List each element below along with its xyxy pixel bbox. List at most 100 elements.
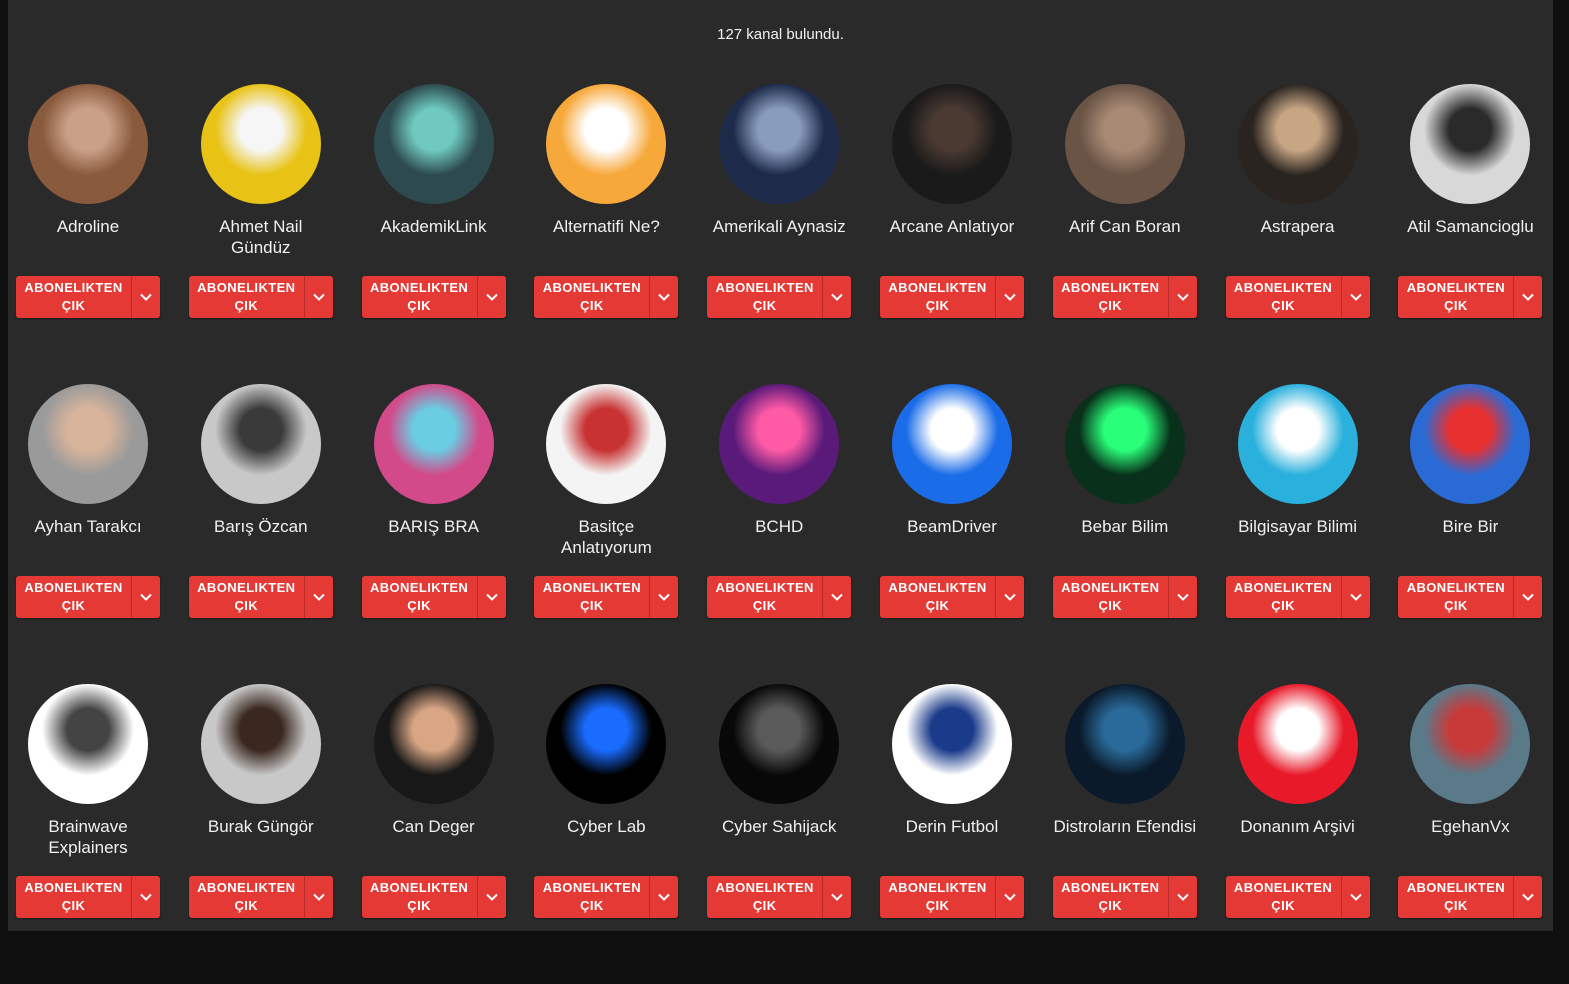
- unsubscribe-button[interactable]: ABONELIKTEN ÇIK: [534, 276, 651, 318]
- channel-avatar[interactable]: [1237, 684, 1358, 804]
- channel-name[interactable]: Cyber Sahijack: [707, 816, 851, 837]
- channel-name[interactable]: EgehanVx: [1398, 816, 1542, 837]
- channel-name[interactable]: Amerikali Aynasiz: [707, 216, 851, 237]
- channel-avatar[interactable]: [373, 84, 494, 204]
- unsubscribe-button[interactable]: ABONELIKTEN ÇIK: [1052, 576, 1169, 618]
- unsubscribe-menu-button[interactable]: [1341, 276, 1370, 318]
- channel-name[interactable]: Bebar Bilim: [1053, 516, 1197, 537]
- unsubscribe-button[interactable]: ABONELIKTEN ÇIK: [707, 876, 824, 918]
- channel-avatar[interactable]: [200, 384, 321, 504]
- unsubscribe-button[interactable]: ABONELIKTEN ÇIK: [707, 276, 824, 318]
- channel-name[interactable]: Basitçe Anlatıyorum: [534, 516, 678, 558]
- unsubscribe-button[interactable]: ABONELIKTEN ÇIK: [16, 576, 132, 618]
- channel-avatar[interactable]: [891, 684, 1012, 804]
- channel-avatar[interactable]: [891, 384, 1012, 504]
- channel-name[interactable]: Adroline: [16, 216, 160, 237]
- unsubscribe-menu-button[interactable]: [823, 876, 852, 918]
- channel-avatar[interactable]: [1237, 384, 1358, 504]
- unsubscribe-button[interactable]: ABONELIKTEN ÇIK: [1398, 276, 1515, 318]
- channel-avatar[interactable]: [719, 384, 840, 504]
- channel-avatar[interactable]: [719, 84, 840, 204]
- channel-avatar[interactable]: [1410, 684, 1531, 804]
- channel-name[interactable]: Arif Can Boran: [1053, 216, 1197, 237]
- channel-avatar[interactable]: [200, 84, 321, 204]
- channel-avatar[interactable]: [546, 684, 667, 804]
- unsubscribe-menu-button[interactable]: [650, 876, 679, 918]
- channel-avatar[interactable]: [546, 384, 667, 504]
- channel-avatar[interactable]: [546, 84, 667, 204]
- unsubscribe-button[interactable]: ABONELIKTEN ÇIK: [188, 876, 305, 918]
- unsubscribe-menu-button[interactable]: [1514, 876, 1543, 918]
- unsubscribe-button[interactable]: ABONELIKTEN ÇIK: [1225, 576, 1342, 618]
- channel-name[interactable]: Distroların Efendisi: [1053, 816, 1197, 837]
- unsubscribe-menu-button[interactable]: [1341, 576, 1370, 618]
- unsubscribe-menu-button[interactable]: [304, 576, 333, 618]
- channel-avatar[interactable]: [28, 84, 148, 204]
- channel-avatar[interactable]: [28, 384, 148, 504]
- channel-avatar[interactable]: [1064, 384, 1185, 504]
- channel-name[interactable]: Cyber Lab: [534, 816, 678, 837]
- channel-name[interactable]: Burak Güngör: [189, 816, 333, 837]
- channel-name[interactable]: Can Deger: [362, 816, 506, 837]
- channel-avatar[interactable]: [719, 684, 840, 804]
- unsubscribe-button[interactable]: ABONELIKTEN ÇIK: [879, 576, 996, 618]
- channel-avatar[interactable]: [1064, 84, 1185, 204]
- unsubscribe-button[interactable]: ABONELIKTEN ÇIK: [1052, 276, 1169, 318]
- channel-name[interactable]: BeamDriver: [880, 516, 1024, 537]
- channel-avatar[interactable]: [891, 84, 1012, 204]
- unsubscribe-menu-button[interactable]: [823, 276, 852, 318]
- unsubscribe-menu-button[interactable]: [650, 276, 679, 318]
- unsubscribe-menu-button[interactable]: [1514, 276, 1543, 318]
- unsubscribe-button[interactable]: ABONELIKTEN ÇIK: [879, 276, 996, 318]
- channel-name[interactable]: Bilgisayar Bilimi: [1226, 516, 1370, 537]
- unsubscribe-menu-button[interactable]: [1168, 876, 1197, 918]
- unsubscribe-button[interactable]: ABONELIKTEN ÇIK: [1225, 876, 1342, 918]
- channel-name[interactable]: Derin Futbol: [880, 816, 1024, 837]
- channel-avatar[interactable]: [1410, 384, 1531, 504]
- channel-name[interactable]: Barış Özcan: [189, 516, 333, 537]
- unsubscribe-menu-button[interactable]: [477, 876, 506, 918]
- channel-name[interactable]: Arcane Anlatıyor: [880, 216, 1024, 237]
- channel-name[interactable]: AkademikLink: [362, 216, 506, 237]
- unsubscribe-menu-button[interactable]: [1168, 576, 1197, 618]
- unsubscribe-button[interactable]: ABONELIKTEN ÇIK: [188, 576, 305, 618]
- unsubscribe-menu-button[interactable]: [132, 876, 160, 918]
- channel-name[interactable]: Bire Bir: [1398, 516, 1542, 537]
- unsubscribe-button[interactable]: ABONELIKTEN ÇIK: [188, 276, 305, 318]
- unsubscribe-button[interactable]: ABONELIKTEN ÇIK: [361, 276, 478, 318]
- unsubscribe-button[interactable]: ABONELIKTEN ÇIK: [16, 876, 132, 918]
- unsubscribe-menu-button[interactable]: [1168, 276, 1197, 318]
- scrollbar[interactable]: [1553, 0, 1569, 931]
- channel-avatar[interactable]: [28, 684, 148, 804]
- channel-name[interactable]: Alternatifi Ne?: [534, 216, 678, 237]
- unsubscribe-menu-button[interactable]: [132, 576, 160, 618]
- channel-avatar[interactable]: [1410, 84, 1531, 204]
- channel-name[interactable]: Donanım Arşivi: [1226, 816, 1370, 837]
- unsubscribe-button[interactable]: ABONELIKTEN ÇIK: [16, 276, 132, 318]
- channel-name[interactable]: BCHD: [707, 516, 851, 537]
- unsubscribe-menu-button[interactable]: [823, 576, 852, 618]
- unsubscribe-button[interactable]: ABONELIKTEN ÇIK: [879, 876, 996, 918]
- unsubscribe-button[interactable]: ABONELIKTEN ÇIK: [1225, 276, 1342, 318]
- unsubscribe-button[interactable]: ABONELIKTEN ÇIK: [1398, 876, 1515, 918]
- unsubscribe-button[interactable]: ABONELIKTEN ÇIK: [1052, 876, 1169, 918]
- unsubscribe-button[interactable]: ABONELIKTEN ÇIK: [361, 576, 478, 618]
- unsubscribe-button[interactable]: ABONELIKTEN ÇIK: [361, 876, 478, 918]
- channel-name[interactable]: Atil Samancioglu: [1398, 216, 1542, 237]
- channel-avatar[interactable]: [200, 684, 321, 804]
- channel-avatar[interactable]: [373, 384, 494, 504]
- channel-avatar[interactable]: [1237, 84, 1358, 204]
- unsubscribe-menu-button[interactable]: [477, 276, 506, 318]
- unsubscribe-button[interactable]: ABONELIKTEN ÇIK: [707, 576, 824, 618]
- unsubscribe-menu-button[interactable]: [650, 576, 679, 618]
- unsubscribe-menu-button[interactable]: [995, 576, 1024, 618]
- unsubscribe-menu-button[interactable]: [477, 576, 506, 618]
- unsubscribe-button[interactable]: ABONELIKTEN ÇIK: [1398, 576, 1515, 618]
- unsubscribe-menu-button[interactable]: [304, 876, 333, 918]
- channel-name[interactable]: BARIŞ BRA: [362, 516, 506, 537]
- unsubscribe-menu-button[interactable]: [995, 876, 1024, 918]
- unsubscribe-button[interactable]: ABONELIKTEN ÇIK: [534, 576, 651, 618]
- unsubscribe-menu-button[interactable]: [995, 276, 1024, 318]
- unsubscribe-menu-button[interactable]: [132, 276, 160, 318]
- unsubscribe-menu-button[interactable]: [1341, 876, 1370, 918]
